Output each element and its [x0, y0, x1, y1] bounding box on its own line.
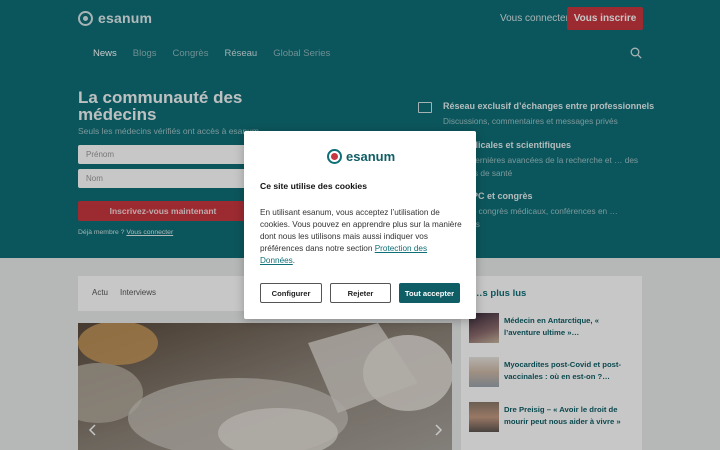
cookie-body: En utilisant esanum, vous acceptez l’uti… — [260, 207, 462, 267]
logo-icon — [327, 149, 342, 164]
reject-button[interactable]: Rejeter — [330, 283, 391, 303]
cookie-title: Ce site utilise des cookies — [260, 181, 367, 191]
configure-button[interactable]: Configurer — [260, 283, 322, 303]
accept-all-button[interactable]: Tout accepter — [399, 283, 460, 303]
modal-logo: esanum — [327, 149, 395, 164]
cookie-body-text: En utilisant esanum, vous acceptez l’uti… — [260, 208, 462, 253]
modal-logo-text: esanum — [346, 149, 396, 164]
cookie-dialog: esanum Ce site utilise des cookies En ut… — [244, 131, 476, 319]
cookie-body-end: . — [292, 256, 296, 265]
